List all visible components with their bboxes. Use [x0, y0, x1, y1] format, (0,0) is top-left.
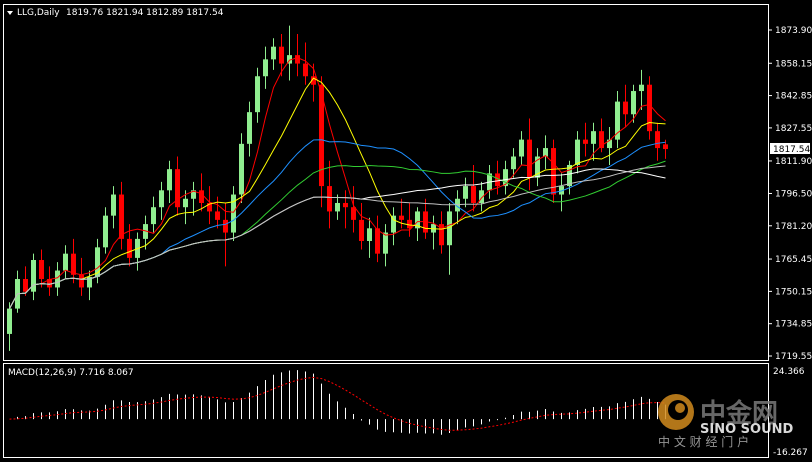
candle-body — [183, 198, 188, 208]
candle-body — [247, 112, 252, 144]
current-price-label: 1817.54 — [773, 145, 810, 155]
macd-label: MACD(12,26,9) 7.716 8.067 — [8, 368, 134, 378]
candle-body — [375, 228, 380, 254]
price-axis: 1873.90 1858.15 1842.85 1827.55 1811.90 1796.… — [768, 26, 812, 362]
candle-body — [391, 215, 396, 233]
price-chart[interactable]: LLG,Daily 1819.76 1821.94 1812.89 1817.5… — [0, 0, 812, 462]
candle-body — [239, 143, 244, 195]
macd-axis-bottom: -16.267 — [773, 448, 808, 458]
candle-body — [119, 194, 124, 239]
ma-10-line — [9, 77, 666, 309]
candle-body — [271, 46, 276, 60]
candle-body — [223, 219, 228, 233]
candle-body — [255, 76, 260, 113]
candle-body — [335, 202, 340, 212]
price-tick-label: 1781.20 — [775, 222, 812, 232]
candle-body — [511, 156, 516, 170]
candle-body — [23, 279, 28, 292]
candle-body — [295, 55, 300, 64]
macd-histogram — [17, 370, 666, 435]
candle-body — [463, 186, 468, 199]
price-tick-label: 1842.85 — [775, 92, 812, 102]
candle-body — [655, 131, 660, 149]
price-tick-label: 1873.90 — [775, 26, 812, 36]
candle-body — [367, 228, 372, 241]
candle-body — [167, 169, 172, 191]
ohlc-values: 1819.76 1821.94 1812.89 1817.54 — [66, 8, 224, 18]
candle-body — [71, 253, 76, 275]
price-tick-label: 1858.15 — [775, 59, 812, 69]
price-tick-label: 1719.55 — [775, 352, 812, 362]
candle-body — [631, 91, 636, 115]
candle-body — [575, 139, 580, 165]
main-chart-frame — [3, 4, 769, 361]
candle-body — [79, 274, 84, 288]
candle-body — [663, 144, 668, 150]
dropdown-arrow-icon[interactable] — [7, 11, 13, 15]
candle-body — [383, 232, 388, 254]
price-tick-label: 1796.50 — [775, 189, 812, 199]
candle-body — [527, 139, 532, 178]
candle-body — [159, 190, 164, 208]
candle-body — [7, 308, 12, 334]
candle-body — [591, 131, 596, 144]
candle-body — [519, 139, 524, 157]
candle-body — [127, 238, 132, 258]
candle-body — [471, 186, 476, 203]
candle-body — [151, 207, 156, 225]
candle-body — [343, 202, 348, 208]
candle-body — [399, 215, 404, 220]
candle-body — [639, 84, 644, 92]
watermark-tagline: 中 文 财 经 门 户 — [658, 434, 749, 449]
candle-body — [103, 215, 108, 248]
candle-body — [359, 219, 364, 241]
candle-body — [63, 253, 68, 271]
candle-body — [279, 46, 284, 64]
candle-body — [583, 139, 588, 144]
candle-body — [199, 190, 204, 203]
price-tick-label: 1811.90 — [775, 157, 812, 167]
chart-symbol: LLG,Daily — [17, 8, 60, 18]
sino-sound-logo-icon — [658, 394, 694, 430]
candle-body — [647, 84, 652, 132]
candle-body — [39, 260, 44, 280]
candle-body — [215, 211, 220, 220]
candle-body — [55, 270, 60, 288]
candle-body — [263, 59, 268, 77]
price-tick-label: 1827.55 — [775, 124, 812, 134]
candle-body — [351, 207, 356, 220]
candle-body — [623, 101, 628, 115]
watermark: 中金网 SINO SOUND 中 文 财 经 门 户 — [658, 394, 794, 449]
price-tick-label: 1734.85 — [775, 320, 812, 330]
candle-body — [111, 194, 116, 216]
candle-body — [303, 63, 308, 77]
price-tick-label: 1765.45 — [775, 255, 812, 265]
candle-body — [327, 186, 332, 212]
macd-axis-top: 24.366 — [773, 367, 805, 377]
price-tick-label: 1750.15 — [775, 287, 812, 297]
